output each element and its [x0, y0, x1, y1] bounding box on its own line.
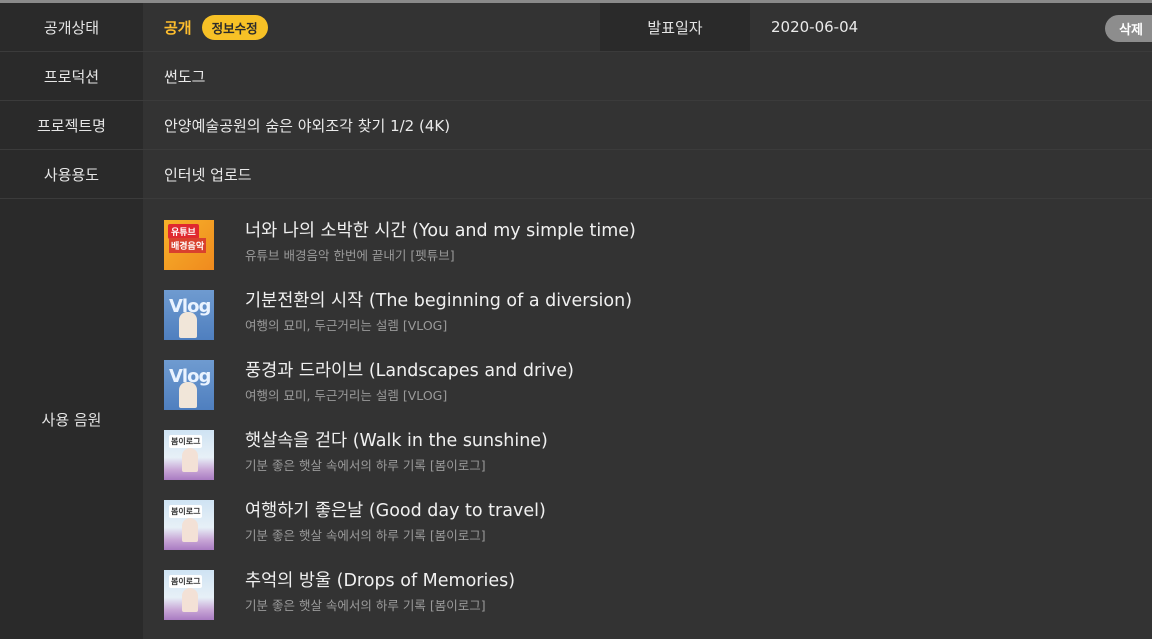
- album-cover-icon: 봄이로그: [164, 430, 214, 480]
- track-album: 여행의 묘미, 두근거리는 설렘 [VLOG]: [245, 318, 448, 333]
- usage-row: 사용용도 인터넷 업로드: [0, 150, 1152, 199]
- track-item[interactable]: 봄이로그 추억의 방울 (Drops of Memories) 기분 좋은 햇살…: [164, 569, 1152, 639]
- production-value: 썬도그: [143, 52, 1152, 100]
- production-row: 프로덕션 썬도그: [0, 52, 1152, 101]
- status-value: 공개: [164, 18, 192, 37]
- project-value: 안양예술공원의 숨은 야외조각 찾기 1/2 (4K): [143, 101, 1152, 149]
- track-item[interactable]: 봄이로그 햇살속을 걷다 (Walk in the sunshine) 기분 좋…: [164, 429, 1152, 499]
- album-cover-icon: 유튜브 배경음악: [164, 220, 214, 270]
- track-item[interactable]: 봄이로그 여행하기 좋은날 (Good day to travel) 기분 좋은…: [164, 499, 1152, 569]
- album-cover-icon: Vlog: [164, 360, 214, 410]
- track-album: 기분 좋은 햇살 속에서의 하루 기록 [봄이로그]: [245, 458, 486, 473]
- production-label: 프로덕션: [0, 52, 143, 100]
- publish-date-value: 2020-06-04: [771, 18, 859, 36]
- project-label: 프로젝트명: [0, 101, 143, 149]
- status-label: 공개상태: [0, 3, 143, 51]
- album-cover-icon: 봄이로그: [164, 500, 214, 550]
- track-album: 유튜브 배경음악 한번에 끝내기 [펫튜브]: [245, 248, 455, 263]
- track-album: 기분 좋은 햇살 속에서의 하루 기록 [봄이로그]: [245, 528, 486, 543]
- music-label: 사용 음원: [0, 199, 143, 639]
- track-title[interactable]: 풍경과 드라이브 (Landscapes and drive): [245, 360, 574, 382]
- track-title[interactable]: 기분전환의 시작 (The beginning of a diversion): [245, 290, 632, 312]
- track-title[interactable]: 햇살속을 걷다 (Walk in the sunshine): [245, 430, 548, 452]
- album-cover-icon: Vlog: [164, 290, 214, 340]
- project-row: 프로젝트명 안양예술공원의 숨은 야외조각 찾기 1/2 (4K): [0, 101, 1152, 150]
- track-album: 여행의 묘미, 두근거리는 설렘 [VLOG]: [245, 388, 448, 403]
- track-title[interactable]: 여행하기 좋은날 (Good day to travel): [245, 500, 546, 522]
- music-row: 사용 음원 유튜브 배경음악 너와 나의 소박한 시간 (You and my …: [0, 199, 1152, 639]
- edit-info-button[interactable]: 정보수정: [201, 14, 268, 40]
- track-item[interactable]: Vlog 기분전환의 시작 (The beginning of a divers…: [164, 289, 1152, 359]
- album-cover-icon: 봄이로그: [164, 570, 214, 620]
- track-title[interactable]: 너와 나의 소박한 시간 (You and my simple time): [245, 220, 636, 242]
- status-cell: 공개 정보수정: [143, 3, 600, 51]
- music-list: 유튜브 배경음악 너와 나의 소박한 시간 (You and my simple…: [143, 199, 1152, 639]
- publish-date-cell: 2020-06-04 삭제: [750, 3, 1152, 51]
- usage-value: 인터넷 업로드: [143, 150, 1152, 198]
- track-item[interactable]: Vlog 풍경과 드라이브 (Landscapes and drive) 여행의…: [164, 359, 1152, 429]
- usage-label: 사용용도: [0, 150, 143, 198]
- status-row: 공개상태 공개 정보수정 발표일자 2020-06-04 삭제: [0, 3, 1152, 52]
- track-title[interactable]: 추억의 방울 (Drops of Memories): [245, 570, 515, 592]
- delete-button[interactable]: 삭제: [1105, 15, 1152, 42]
- track-item[interactable]: 유튜브 배경음악 너와 나의 소박한 시간 (You and my simple…: [164, 219, 1152, 289]
- track-album: 기분 좋은 햇살 속에서의 하루 기록 [봄이로그]: [245, 598, 486, 613]
- publish-date-label: 발표일자: [600, 3, 750, 51]
